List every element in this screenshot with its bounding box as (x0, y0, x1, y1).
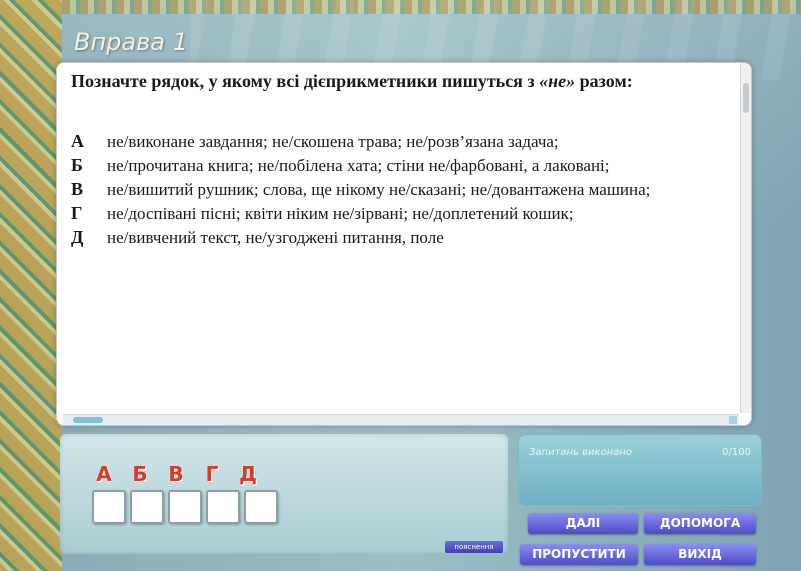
answer-box[interactable] (92, 490, 126, 524)
answer-letter-h[interactable]: Г (200, 462, 224, 486)
option-text: не/доспівані пісні; квіти ніким не/зірва… (107, 204, 574, 223)
question-prompt: Позначте рядок, у якому всі дієприкметни… (71, 69, 731, 93)
status-label: Запитань виконано (529, 447, 633, 458)
option-a: Ане/виконане завдання; не/скошена трава;… (71, 131, 731, 152)
answer-box[interactable] (244, 490, 278, 524)
option-v: Вне/вишитий рушник; слова, ще нікому не/… (71, 179, 731, 200)
status-box: Запитань виконано 0/100 (518, 434, 762, 506)
answer-letters: А Б В Г Д (92, 462, 260, 486)
option-text: не/прочитана книга; не/побілена хата; ст… (107, 156, 610, 175)
option-letter: А (71, 131, 84, 151)
answer-boxes (92, 490, 278, 524)
answer-letter-v[interactable]: В (164, 462, 188, 486)
prompt-emphasis: «не» (539, 71, 576, 91)
status-count: 0/100 (722, 447, 751, 458)
answer-letter-a[interactable]: А (92, 462, 116, 486)
option-d: Дне/вивчений текст, не/узгоджені питання… (71, 227, 731, 248)
question-panel: Позначте рядок, у якому всі дієприкметни… (56, 62, 752, 426)
prompt-text-end: разом: (575, 71, 633, 91)
option-text: не/вивчений текст, не/узгоджені питання,… (107, 228, 444, 247)
skip-button[interactable]: ПРОПУСТИТИ (520, 544, 638, 565)
answer-letter-d[interactable]: Д (236, 462, 260, 486)
answer-box[interactable] (130, 490, 164, 524)
option-letter: Д (71, 227, 84, 247)
option-letter: Г (71, 203, 83, 223)
option-text: не/вишитий рушник; слова, ще нікому не/с… (107, 180, 651, 199)
exit-button[interactable]: ВИХІД (644, 544, 756, 565)
vertical-scrollbar[interactable] (740, 63, 751, 413)
option-letter: В (71, 179, 84, 199)
answer-box[interactable] (168, 490, 202, 524)
option-letter: Б (71, 155, 83, 175)
explain-button[interactable]: пояснення (445, 541, 503, 553)
help-button[interactable]: ДОПОМОГА (644, 513, 756, 534)
prompt-text: Позначте рядок, у якому всі дієприкметни… (71, 71, 540, 91)
question-content: Позначте рядок, у якому всі дієприкметни… (71, 69, 731, 251)
scrollbar-thumb[interactable] (743, 83, 749, 113)
ornament-border-left (0, 0, 62, 571)
exercise-title: Вправа 1 (74, 28, 188, 56)
horizontal-scrollbar[interactable] (63, 414, 739, 425)
option-h: Гне/доспівані пісні; квіти ніким не/зірв… (71, 203, 731, 224)
answer-box[interactable] (206, 490, 240, 524)
next-button[interactable]: ДАЛІ (528, 513, 638, 534)
answer-letter-b[interactable]: Б (128, 462, 152, 486)
scrollbar-thumb[interactable] (73, 417, 103, 423)
option-b: Бне/прочитана книга; не/побілена хата; с… (71, 155, 731, 176)
scroll-right-arrow-icon[interactable] (729, 416, 737, 424)
option-text: не/виконане завдання; не/скошена трава; … (107, 132, 559, 151)
